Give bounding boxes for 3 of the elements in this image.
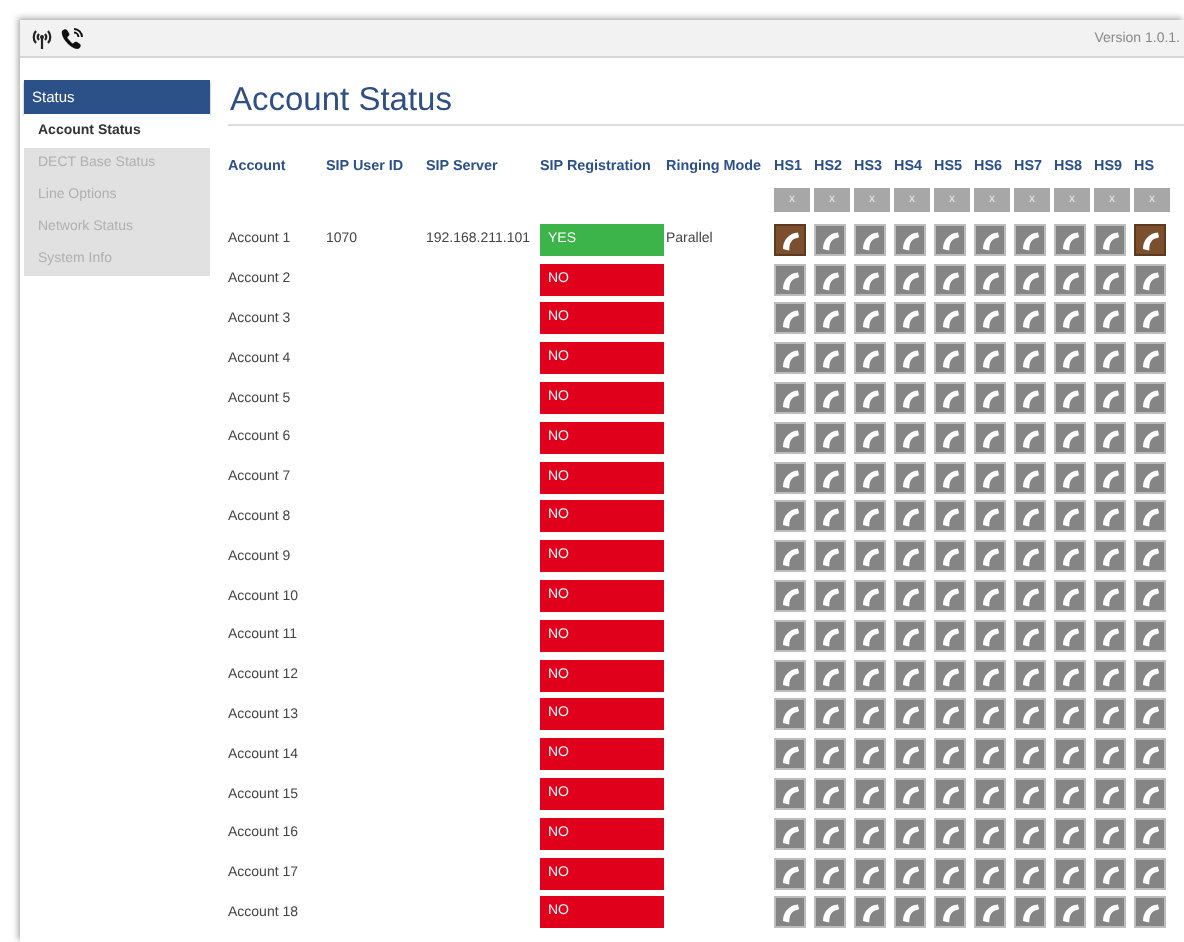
antenna-icon	[28, 26, 56, 50]
page-title: Account Status	[228, 80, 454, 122]
phone-signal-icon	[58, 25, 86, 51]
